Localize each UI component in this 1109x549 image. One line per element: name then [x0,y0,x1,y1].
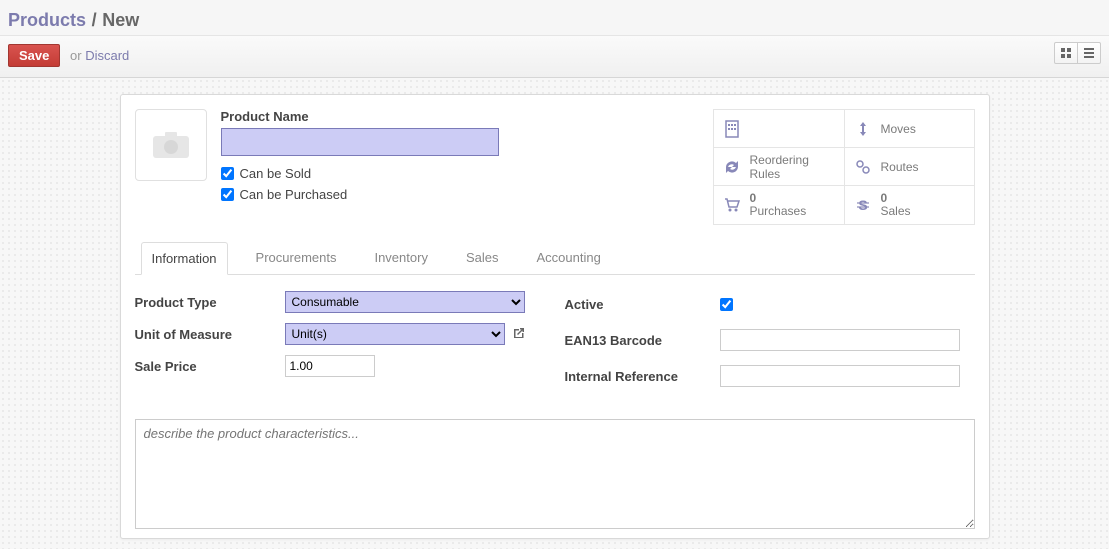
sales-icon: S [853,195,873,215]
svg-text:S: S [858,197,867,213]
building-icon [722,119,742,139]
active-checkbox[interactable] [720,298,733,311]
stat-purchases[interactable]: 0 Purchases [714,186,844,224]
breadcrumb-current: New [102,10,139,30]
cart-icon [722,195,742,215]
or-text: or [70,48,82,63]
can-be-sold-label: Can be Sold [240,166,312,181]
tab-accounting[interactable]: Accounting [526,242,610,275]
list-icon [1083,47,1095,59]
tab-information[interactable]: Information [141,242,228,275]
camera-icon [151,130,191,160]
view-kanban-button[interactable] [1055,43,1077,63]
stat-routes-label: Routes [881,160,919,174]
can-be-purchased-checkbox[interactable] [221,188,234,201]
stat-reordering-label: Reordering Rules [750,153,836,181]
can-be-purchased-label: Can be Purchased [240,187,348,202]
sale-price-input[interactable] [285,355,375,377]
tab-sales[interactable]: Sales [456,242,509,275]
action-bar: Save or Discard [0,36,1109,78]
stat-moves-label: Moves [881,122,916,136]
external-link-icon[interactable] [511,326,525,343]
breadcrumb-sep: / [90,10,99,30]
can-be-sold-row[interactable]: Can be Sold [221,166,499,181]
page-area: Product Name Can be Sold Can be Purchase… [0,78,1109,549]
stat-company[interactable] [714,110,844,148]
can-be-purchased-row[interactable]: Can be Purchased [221,187,499,202]
can-be-sold-checkbox[interactable] [221,167,234,180]
moves-icon [853,119,873,139]
ean-label: EAN13 Barcode [565,333,720,348]
tab-inventory[interactable]: Inventory [364,242,437,275]
gears-icon [853,157,873,177]
stat-sales-label: Sales [881,205,911,218]
view-switch [1054,42,1101,64]
product-name-label: Product Name [221,109,499,124]
save-button[interactable]: Save [8,44,60,67]
stat-routes[interactable]: Routes [844,148,974,186]
stat-buttons: Moves Reordering Rules Routes [713,109,975,225]
ref-input[interactable] [720,365,960,387]
refresh-icon [722,157,742,177]
uom-select[interactable]: Unit(s) [285,323,505,345]
breadcrumb: Products / New [0,0,1109,36]
product-name-input[interactable] [221,128,499,156]
form-sheet: Product Name Can be Sold Can be Purchase… [120,94,990,539]
stat-sales[interactable]: S 0 Sales [844,186,974,224]
breadcrumb-root[interactable]: Products [8,10,86,30]
description-textarea[interactable] [135,419,975,529]
grid-icon [1060,47,1072,59]
sale-price-label: Sale Price [135,359,285,374]
product-image-placeholder[interactable] [135,109,207,181]
stat-moves[interactable]: Moves [844,110,974,148]
stat-reordering[interactable]: Reordering Rules [714,148,844,186]
discard-link[interactable]: Discard [85,48,129,63]
ref-label: Internal Reference [565,369,720,384]
uom-label: Unit of Measure [135,327,285,342]
active-label: Active [565,297,720,312]
product-type-select[interactable]: Consumable [285,291,525,313]
ean-input[interactable] [720,329,960,351]
view-list-button[interactable] [1077,43,1100,63]
tabs: Information Procurements Inventory Sales… [135,241,975,275]
stat-purchases-label: Purchases [750,205,807,218]
tab-procurements[interactable]: Procurements [246,242,347,275]
product-type-label: Product Type [135,295,285,310]
